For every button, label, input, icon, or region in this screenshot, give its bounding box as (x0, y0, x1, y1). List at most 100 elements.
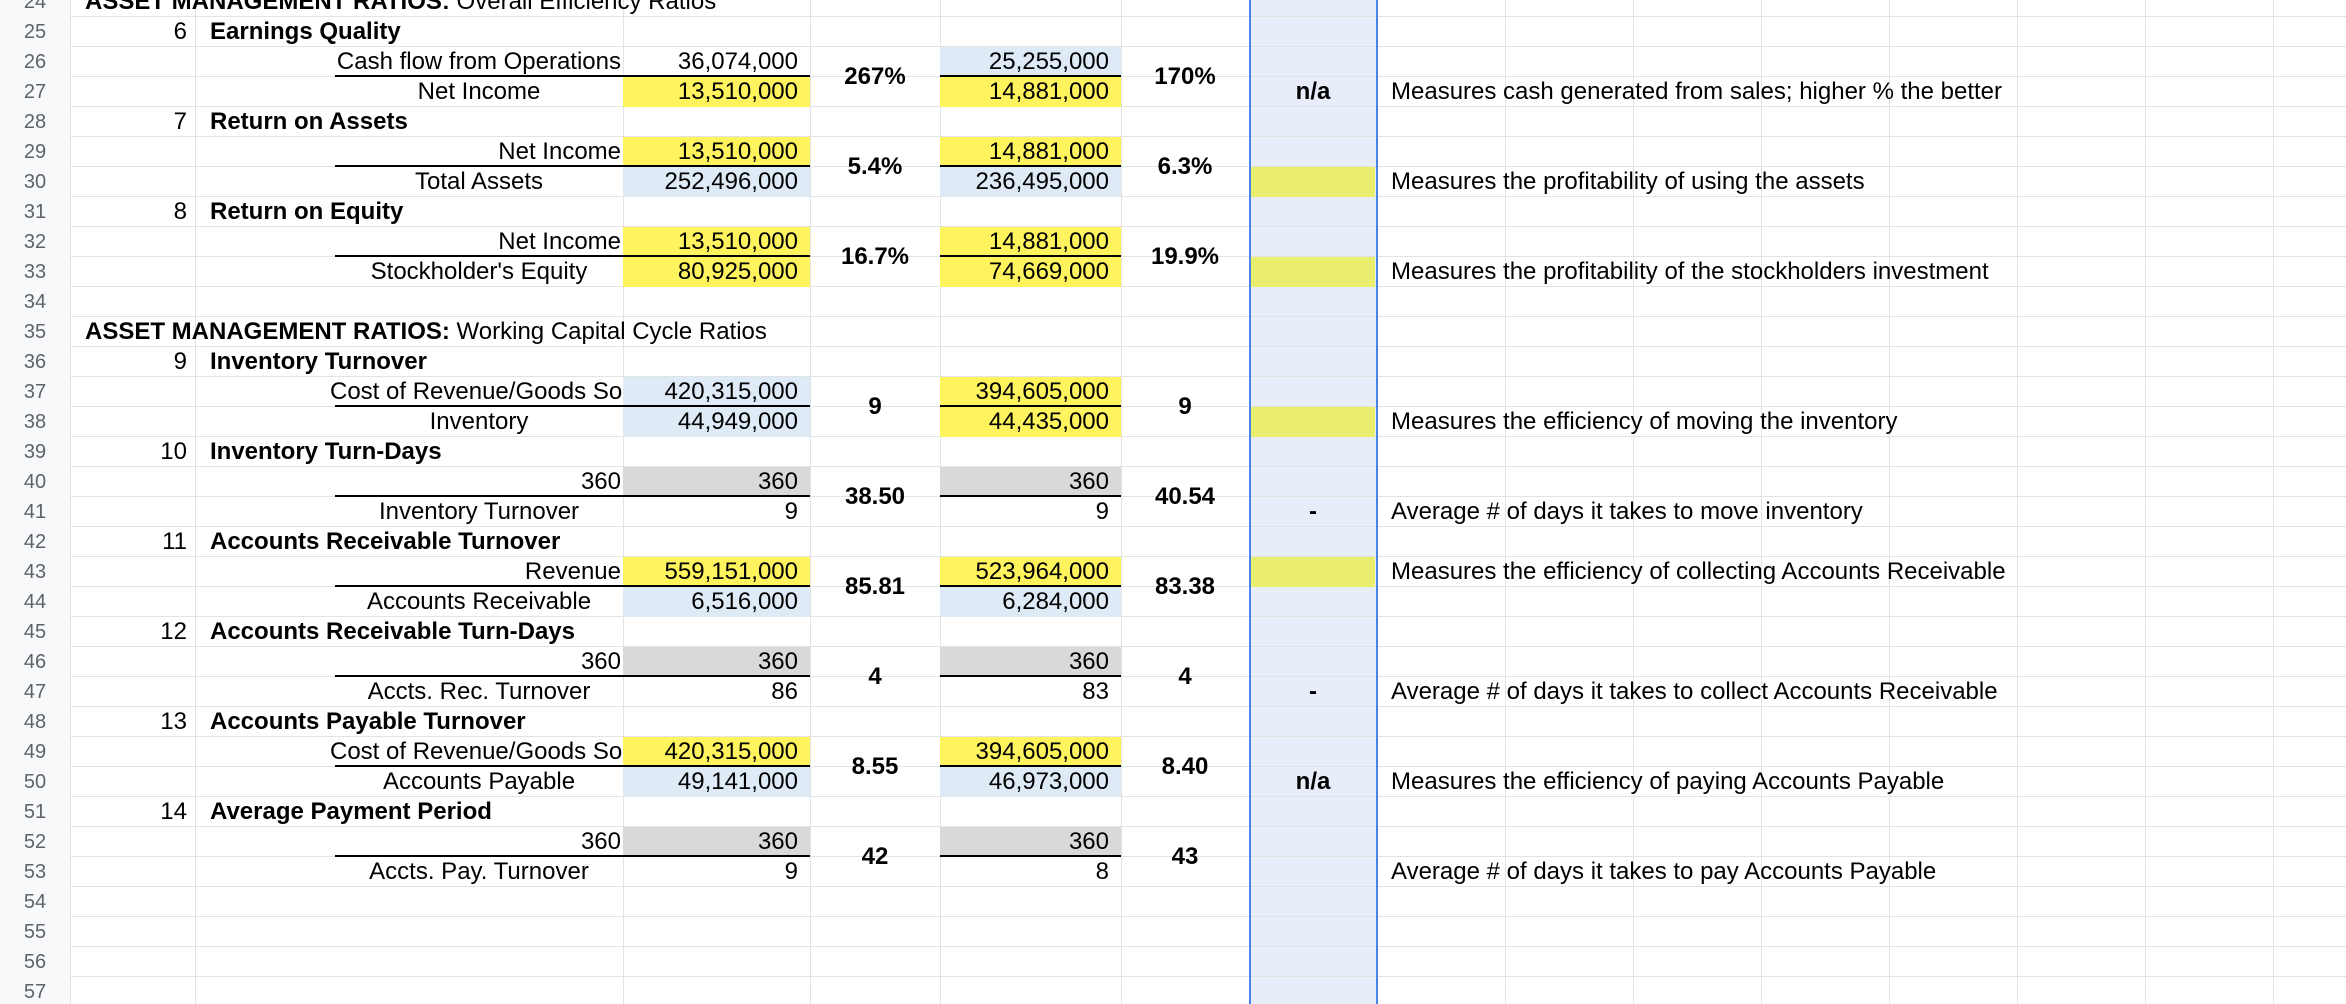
y1-result-value[interactable]: 85.81 (810, 557, 940, 617)
numerator-label[interactable]: Net Income (330, 137, 623, 167)
ratio-number[interactable]: 13 (70, 707, 195, 737)
row-header[interactable]: 39 (0, 437, 70, 467)
row-header[interactable]: 34 (0, 287, 70, 317)
y1-bottom-value[interactable]: 6,516,000 (623, 587, 810, 617)
row-header[interactable]: 50 (0, 767, 70, 797)
ratio-description[interactable]: Measures the profitability of the stockh… (1381, 257, 2281, 287)
y1-bottom-value[interactable]: 252,496,000 (623, 167, 810, 197)
ratio-description[interactable]: Measures the profitability of using the … (1381, 167, 2281, 197)
row-header[interactable]: 46 (0, 647, 70, 677)
numerator-label[interactable]: Net Income (330, 227, 623, 257)
ratio-number[interactable]: 10 (70, 437, 195, 467)
row-header[interactable]: 57 (0, 977, 70, 1004)
row-header[interactable]: 33 (0, 257, 70, 287)
y1-result-value[interactable]: 5.4% (810, 137, 940, 197)
row-header[interactable]: 51 (0, 797, 70, 827)
y2-top-value[interactable]: 25,255,000 (940, 47, 1121, 77)
numerator-label[interactable]: 360 (330, 827, 623, 857)
y1-bottom-value[interactable]: 9 (623, 497, 810, 527)
assessment-cell[interactable] (1251, 407, 1375, 437)
y1-result-value[interactable]: 8.55 (810, 737, 940, 797)
row-header[interactable]: 25 (0, 17, 70, 47)
assessment-cell[interactable]: - (1251, 677, 1375, 707)
y2-result-value[interactable]: 4 (1121, 647, 1249, 707)
y1-result-value[interactable]: 16.7% (810, 227, 940, 287)
denominator-label[interactable]: Accts. Rec. Turnover (335, 677, 623, 707)
row-header[interactable]: 42 (0, 527, 70, 557)
y1-top-value[interactable]: 13,510,000 (623, 137, 810, 167)
y2-bottom-value[interactable]: 44,435,000 (940, 407, 1121, 437)
row-header[interactable]: 55 (0, 917, 70, 947)
y2-top-value[interactable]: 360 (940, 827, 1121, 857)
ratio-title[interactable]: Return on Assets (200, 107, 800, 137)
y2-bottom-value[interactable]: 14,881,000 (940, 77, 1121, 107)
denominator-label[interactable]: Inventory (335, 407, 623, 437)
assessment-cell[interactable]: - (1251, 497, 1375, 527)
y1-result-value[interactable]: 42 (810, 827, 940, 887)
row-header[interactable]: 54 (0, 887, 70, 917)
row-header[interactable]: 31 (0, 197, 70, 227)
ratio-description[interactable]: Measures cash generated from sales; high… (1381, 77, 2281, 107)
y1-top-value[interactable]: 360 (623, 647, 810, 677)
assessment-cell[interactable]: n/a (1251, 77, 1375, 107)
y1-top-value[interactable]: 36,074,000 (623, 47, 810, 77)
y1-top-value[interactable]: 559,151,000 (623, 557, 810, 587)
y1-bottom-value[interactable]: 44,949,000 (623, 407, 810, 437)
y2-result-value[interactable]: 170% (1121, 47, 1249, 107)
y2-bottom-value[interactable]: 46,973,000 (940, 767, 1121, 797)
denominator-label[interactable]: Total Assets (335, 167, 623, 197)
y1-top-value[interactable]: 360 (623, 467, 810, 497)
y2-top-value[interactable]: 14,881,000 (940, 137, 1121, 167)
row-header[interactable]: 27 (0, 77, 70, 107)
ratio-number[interactable]: 8 (70, 197, 195, 227)
numerator-label[interactable]: Cash flow from Operations (330, 47, 623, 77)
ratio-title[interactable]: Inventory Turnover (200, 347, 800, 377)
row-header[interactable]: 48 (0, 707, 70, 737)
y2-bottom-value[interactable]: 8 (940, 857, 1121, 887)
ratio-number[interactable]: 6 (70, 17, 195, 47)
ratio-title[interactable]: Average Payment Period (200, 797, 800, 827)
numerator-label[interactable]: Cost of Revenue/Goods Sol (330, 377, 623, 407)
row-header[interactable]: 45 (0, 617, 70, 647)
row-header[interactable]: 37 (0, 377, 70, 407)
row-header[interactable]: 41 (0, 497, 70, 527)
denominator-label[interactable]: Accounts Payable (335, 767, 623, 797)
ratio-description[interactable]: Average # of days it takes to move inven… (1381, 497, 2281, 527)
row-header[interactable]: 26 (0, 47, 70, 77)
y2-top-value[interactable]: 394,605,000 (940, 377, 1121, 407)
ratio-number[interactable]: 12 (70, 617, 195, 647)
ratio-number[interactable]: 14 (70, 797, 195, 827)
row-header[interactable]: 53 (0, 857, 70, 887)
y2-bottom-value[interactable]: 6,284,000 (940, 587, 1121, 617)
assessment-cell[interactable] (1251, 167, 1375, 197)
row-header[interactable]: 43 (0, 557, 70, 587)
ratio-description[interactable]: Average # of days it takes to pay Accoun… (1381, 857, 2281, 887)
y1-result-value[interactable]: 9 (810, 377, 940, 437)
y1-top-value[interactable]: 420,315,000 (623, 377, 810, 407)
y2-result-value[interactable]: 43 (1121, 827, 1249, 887)
y2-top-value[interactable]: 360 (940, 647, 1121, 677)
y2-top-value[interactable]: 394,605,000 (940, 737, 1121, 767)
y1-bottom-value[interactable]: 86 (623, 677, 810, 707)
row-header[interactable]: 29 (0, 137, 70, 167)
y1-bottom-value[interactable]: 49,141,000 (623, 767, 810, 797)
row-header[interactable]: 56 (0, 947, 70, 977)
numerator-label[interactable]: Revenue (330, 557, 623, 587)
y1-top-value[interactable]: 360 (623, 827, 810, 857)
ratio-number[interactable]: 7 (70, 107, 195, 137)
ratio-title[interactable]: Earnings Quality (200, 17, 800, 47)
row-header[interactable]: 38 (0, 407, 70, 437)
denominator-label[interactable]: Inventory Turnover (335, 497, 623, 527)
ratio-number[interactable]: 11 (70, 527, 195, 557)
row-header[interactable]: 52 (0, 827, 70, 857)
assessment-cell[interactable] (1251, 257, 1375, 287)
ratio-number[interactable]: 9 (70, 347, 195, 377)
ratio-description[interactable]: Measures the efficiency of collecting Ac… (1381, 557, 2281, 587)
numerator-label[interactable]: 360 (330, 467, 623, 497)
spreadsheet-grid[interactable]: 24 25 26 27 28 29 30 31 32 33 34 35 36 37 38 39 40 41 42 43… (0, 0, 2346, 1004)
ratio-title[interactable]: Accounts Receivable Turnover (200, 527, 800, 557)
y2-result-value[interactable]: 6.3% (1121, 137, 1249, 197)
ratio-title[interactable]: Return on Equity (200, 197, 800, 227)
y1-result-value[interactable]: 267% (810, 47, 940, 107)
y2-bottom-value[interactable]: 74,669,000 (940, 257, 1121, 287)
